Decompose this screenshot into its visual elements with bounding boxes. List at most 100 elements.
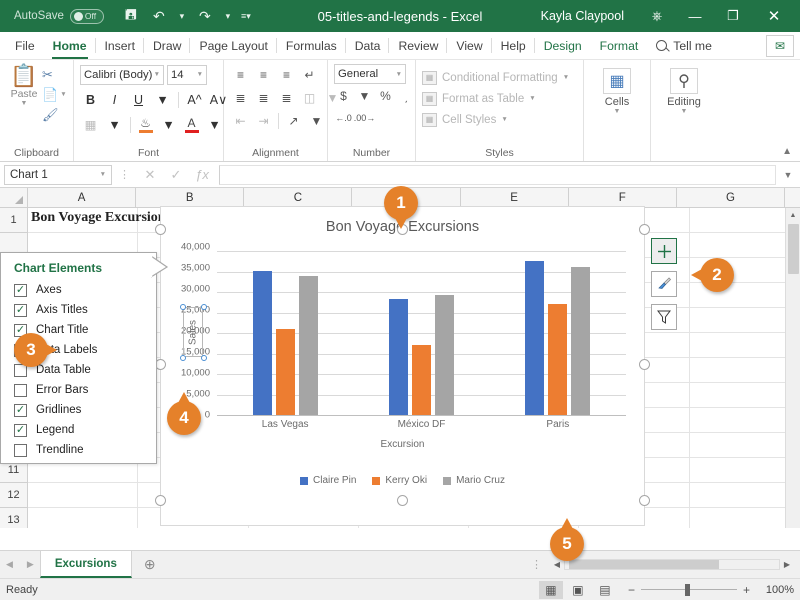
chart-element-axes[interactable]: ✓ Axes [1, 280, 156, 300]
chevron-down-icon[interactable]: ▼ [100, 171, 106, 178]
copy-icon[interactable]: 📄 ▼ [42, 86, 67, 103]
customize-quick-access-icon[interactable]: ≡▾ [238, 4, 254, 28]
scroll-left-icon[interactable]: ◀ [550, 560, 564, 569]
bar-kerry-oki-paris[interactable] [548, 304, 568, 415]
checkbox-axis-titles[interactable]: ✓ [14, 303, 27, 317]
fill-color-icon[interactable]: ♨ [136, 117, 155, 133]
legend-item-mario-cruz[interactable]: Mario Cruz [443, 475, 505, 486]
accounting-dropdown-icon[interactable]: ▼ [355, 87, 374, 106]
cell-styles-button[interactable]: ▦ Cell Styles ▼ [422, 109, 508, 130]
chart-element-axis-titles[interactable]: ✓ Axis Titles [1, 300, 156, 320]
expand-formula-bar-icon[interactable]: ▼ [780, 170, 796, 180]
bar-mario-cruz-mexico-df[interactable] [434, 294, 454, 415]
row-header-12[interactable]: 12 [0, 483, 27, 508]
horizontal-scroll-track[interactable] [564, 559, 780, 570]
minimize-button[interactable]: — [676, 1, 714, 31]
increase-decimal-icon[interactable]: .00→ [354, 109, 376, 128]
selection-handle[interactable] [200, 303, 207, 310]
cell[interactable] [689, 383, 800, 408]
chart-legend[interactable]: Claire Pin Kerry Oki Mario Cruz [161, 475, 644, 486]
zoom-slider-thumb[interactable] [685, 583, 691, 596]
tab-formulas[interactable]: Formulas [277, 32, 346, 59]
wrap-text-icon[interactable]: ↵ [299, 65, 320, 85]
bar-mario-cruz-paris[interactable] [571, 267, 591, 415]
chart-resize-handle-middle-right[interactable] [639, 359, 650, 370]
tab-design[interactable]: Design [535, 32, 591, 59]
legend-item-kerry-oki[interactable]: Kerry Oki [372, 475, 427, 486]
next-sheet-icon[interactable]: ▶ [27, 559, 34, 570]
chart-element-gridlines[interactable]: ✓ Gridlines [1, 400, 156, 420]
chart-styles-button[interactable] [651, 271, 677, 297]
underline-button[interactable]: U [128, 90, 149, 110]
redo-dropdown-icon[interactable]: ▾ [220, 4, 236, 28]
chart-object[interactable]: Bon Voyage Excursions 40,000 35,000 30,0… [160, 206, 645, 526]
grow-font-button[interactable]: A^ [184, 90, 205, 110]
zoom-control[interactable]: − + 100% [628, 583, 794, 597]
name-box[interactable]: Chart 1 ▼ [4, 164, 112, 185]
cancel-icon[interactable]: ✕ [137, 165, 163, 185]
column-header-a[interactable]: A [28, 188, 137, 207]
vertical-scroll-thumb[interactable] [787, 224, 799, 274]
cell[interactable] [689, 483, 800, 508]
font-color-dropdown-icon[interactable]: ▼ [204, 115, 225, 135]
bar-kerry-oki-mexico-df[interactable] [411, 345, 431, 415]
font-color-icon[interactable]: A [182, 117, 201, 133]
accounting-format-icon[interactable]: $ [334, 87, 353, 106]
page-break-preview-icon[interactable]: ▤ [593, 581, 617, 599]
bar-claire-pin-las-vegas[interactable] [252, 270, 272, 415]
horizontal-scrollbar[interactable]: ◀ ▶ [550, 551, 800, 578]
formula-input[interactable] [219, 164, 776, 185]
align-top-icon[interactable]: ≡ [230, 65, 251, 85]
row-header-1[interactable]: 1 [0, 208, 27, 233]
cell[interactable] [690, 508, 800, 528]
collapse-ribbon-icon[interactable]: ▲ [782, 146, 800, 161]
autosave-toggle[interactable]: Off [69, 8, 104, 24]
italic-button[interactable]: I [104, 90, 125, 110]
chart-resize-handle-bottom-left[interactable] [155, 495, 166, 506]
chart-elements-button[interactable] [651, 238, 677, 264]
cell[interactable] [689, 208, 800, 233]
selection-handle[interactable] [179, 354, 186, 361]
chart-filters-button[interactable] [651, 304, 677, 330]
chevron-down-icon[interactable]: ▼ [563, 74, 569, 81]
tab-home[interactable]: Home [44, 32, 96, 59]
horizontal-scroll-thumb[interactable] [569, 560, 720, 569]
bold-button[interactable]: B [80, 90, 101, 110]
paste-dropdown-icon[interactable]: ▼ [21, 100, 28, 107]
decrease-decimal-icon[interactable]: ←.0 [334, 109, 353, 128]
column-header-e[interactable]: E [460, 188, 569, 207]
y-axis-title[interactable]: Sales [183, 307, 203, 357]
cell[interactable] [689, 458, 800, 483]
chart-element-error-bars[interactable]: Error Bars [1, 380, 156, 400]
tab-file[interactable]: File [6, 32, 44, 59]
cell[interactable] [28, 483, 139, 508]
scissors-icon[interactable]: ✂ [42, 66, 67, 83]
cells-dropdown-icon[interactable]: ▼ [614, 108, 621, 115]
tell-me-box[interactable]: Tell me [647, 32, 721, 59]
tab-draw[interactable]: Draw [144, 32, 191, 59]
undo-icon[interactable]: ↶ [146, 4, 172, 28]
cell[interactable] [689, 233, 800, 258]
font-size-box[interactable]: 14 ▼ [167, 64, 207, 85]
chevron-down-icon[interactable]: ▼ [529, 95, 535, 102]
tab-view[interactable]: View [447, 32, 492, 59]
align-bottom-icon[interactable]: ≡ [276, 65, 297, 85]
paste-button[interactable]: 📋 Paste ▼ [6, 63, 42, 108]
scroll-up-icon[interactable]: ▲ [786, 208, 800, 223]
checkbox-trendline[interactable] [14, 443, 27, 457]
normal-view-icon[interactable]: ▦ [538, 580, 563, 599]
enter-icon[interactable]: ✓ [163, 165, 189, 185]
selection-handle[interactable] [179, 303, 186, 310]
x-axis-title[interactable]: Excursion [161, 439, 644, 450]
zoom-level-label[interactable]: 100% [756, 584, 794, 596]
cell[interactable] [689, 308, 800, 333]
select-all-button[interactable] [0, 188, 28, 207]
chart-element-trendline[interactable]: Trendline [1, 440, 156, 460]
borders-icon[interactable]: ▦ [80, 115, 101, 135]
checkbox-gridlines[interactable]: ✓ [14, 403, 27, 417]
previous-sheet-icon[interactable]: ◀ [6, 559, 13, 570]
cell[interactable] [689, 358, 800, 383]
chart-resize-handle-top-right[interactable] [639, 224, 650, 235]
chevron-down-icon[interactable]: ▼ [396, 71, 402, 78]
decrease-indent-icon[interactable]: ⇤ [230, 111, 251, 131]
